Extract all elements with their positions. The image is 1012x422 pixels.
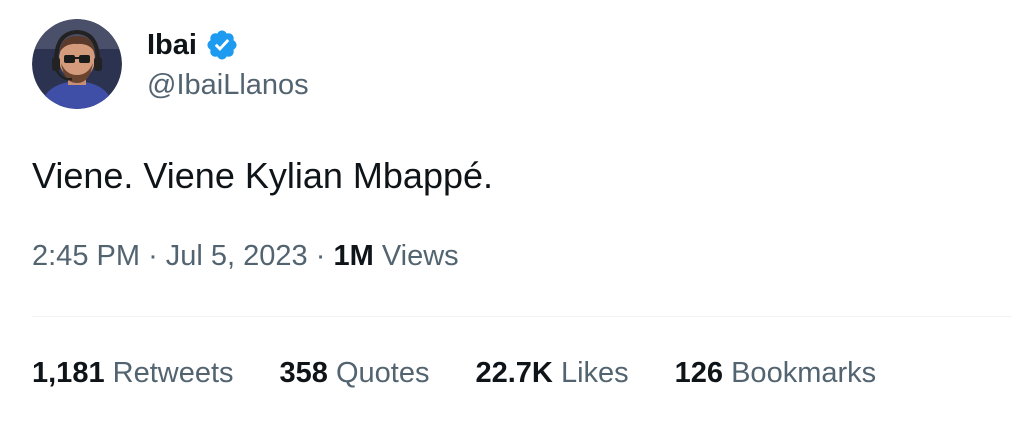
retweets-stat[interactable]: 1,181 Retweets xyxy=(32,357,234,390)
verified-badge-icon[interactable] xyxy=(205,28,239,62)
tweet-text: Viene. Viene Kylian Mbappé. xyxy=(32,155,494,196)
retweets-label: Retweets xyxy=(112,357,234,389)
display-name[interactable]: Ibai xyxy=(147,29,197,62)
likes-count: 22.7K xyxy=(475,357,553,389)
meta-separator: · xyxy=(315,240,326,272)
engagement-stats: 1,181 Retweets 358 Quotes 22.7K Likes 12… xyxy=(32,357,876,390)
user-handle[interactable]: @IbaiLlanos xyxy=(147,69,309,102)
tweet-date[interactable]: Jul 5, 2023 xyxy=(166,240,308,272)
quotes-stat[interactable]: 358 Quotes xyxy=(280,357,430,390)
bookmarks-stat[interactable]: 126 Bookmarks xyxy=(675,357,877,390)
retweets-count: 1,181 xyxy=(32,357,105,389)
tweet-meta: 2:45 PM · Jul 5, 2023 · 1M Views xyxy=(32,240,459,273)
avatar-image xyxy=(32,19,122,109)
tweet-card: Ibai @IbaiLlanos Viene. Viene Kylian Mba… xyxy=(0,0,1012,422)
bookmarks-label: Bookmarks xyxy=(731,357,877,389)
likes-label: Likes xyxy=(560,357,629,389)
views-count: 1M xyxy=(333,240,374,272)
views-label: Views xyxy=(381,240,459,272)
author-name-row: Ibai xyxy=(147,27,239,63)
views-link[interactable]: 1M Views xyxy=(333,240,458,272)
tweet-time[interactable]: 2:45 PM xyxy=(32,240,140,272)
quotes-label: Quotes xyxy=(335,357,430,389)
likes-stat[interactable]: 22.7K Likes xyxy=(475,357,628,390)
bookmarks-count: 126 xyxy=(674,357,724,389)
avatar[interactable] xyxy=(32,19,122,109)
quotes-count: 358 xyxy=(279,357,328,389)
meta-separator: · xyxy=(148,240,158,272)
divider xyxy=(32,316,1012,317)
